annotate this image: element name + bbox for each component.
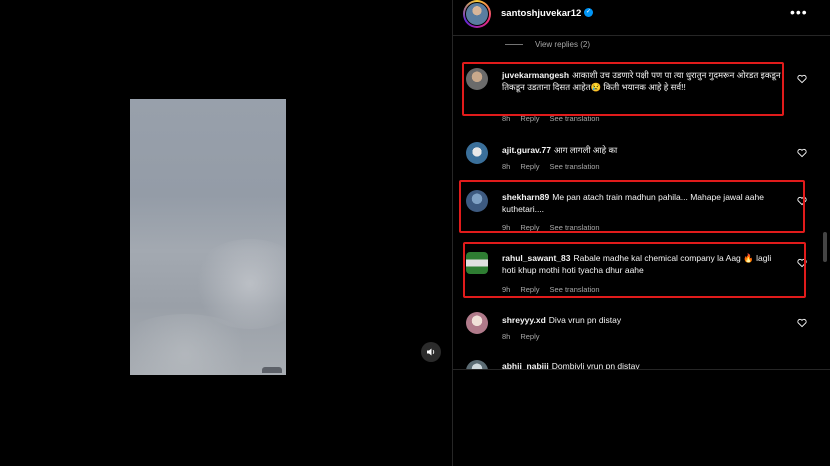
verified-badge-icon: ✓ bbox=[584, 8, 593, 17]
highlight-box bbox=[459, 180, 805, 233]
commenter-avatar[interactable] bbox=[466, 360, 488, 369]
author-avatar[interactable] bbox=[463, 0, 491, 28]
comment-text: आग लागली आहे का bbox=[553, 145, 618, 155]
highlight-box bbox=[463, 242, 806, 298]
like-heart-icon[interactable] bbox=[797, 148, 807, 158]
comment-time: 8h bbox=[502, 162, 511, 171]
comment-text: Dombivli vrun pn distay bbox=[551, 361, 640, 369]
see-translation-link[interactable]: See translation bbox=[550, 162, 600, 171]
building-silhouette bbox=[262, 367, 282, 373]
reply-button[interactable]: Reply bbox=[520, 332, 539, 341]
view-replies-toggle[interactable]: View replies (2) bbox=[505, 40, 590, 49]
speaker-icon bbox=[427, 348, 435, 356]
highlight-box bbox=[462, 62, 784, 116]
comment-time: 8h bbox=[502, 332, 511, 341]
post-header: santoshjuvekar12 ✓ ••• bbox=[453, 0, 830, 36]
comments-scrollbar[interactable] bbox=[823, 232, 827, 262]
commenter-avatar[interactable] bbox=[466, 142, 488, 164]
view-replies-label[interactable]: View replies (2) bbox=[535, 40, 590, 49]
divider bbox=[453, 369, 830, 370]
commenter-avatar[interactable] bbox=[466, 312, 488, 334]
like-heart-icon[interactable] bbox=[797, 318, 807, 328]
comments-panel: santoshjuvekar12 ✓ ••• View replies (2) … bbox=[452, 0, 830, 466]
commenter-username[interactable]: ajit.gurav.77 bbox=[502, 145, 551, 155]
media-panel bbox=[0, 0, 452, 466]
commenter-username[interactable]: abhii_nabiii bbox=[502, 361, 549, 369]
like-heart-icon[interactable] bbox=[797, 74, 807, 84]
author-username[interactable]: santoshjuvekar12 bbox=[501, 8, 581, 19]
commenter-username[interactable]: shreyyy.xd bbox=[502, 315, 546, 325]
video-player[interactable] bbox=[130, 99, 286, 375]
comment-item: abhii_nabiii Dombivli vrun pn distay bbox=[453, 358, 830, 369]
mute-button[interactable] bbox=[421, 342, 441, 362]
more-icon[interactable]: ••• bbox=[790, 4, 808, 20]
comment-text: Diva vrun pn distay bbox=[548, 315, 622, 325]
reply-button[interactable]: Reply bbox=[520, 162, 539, 171]
